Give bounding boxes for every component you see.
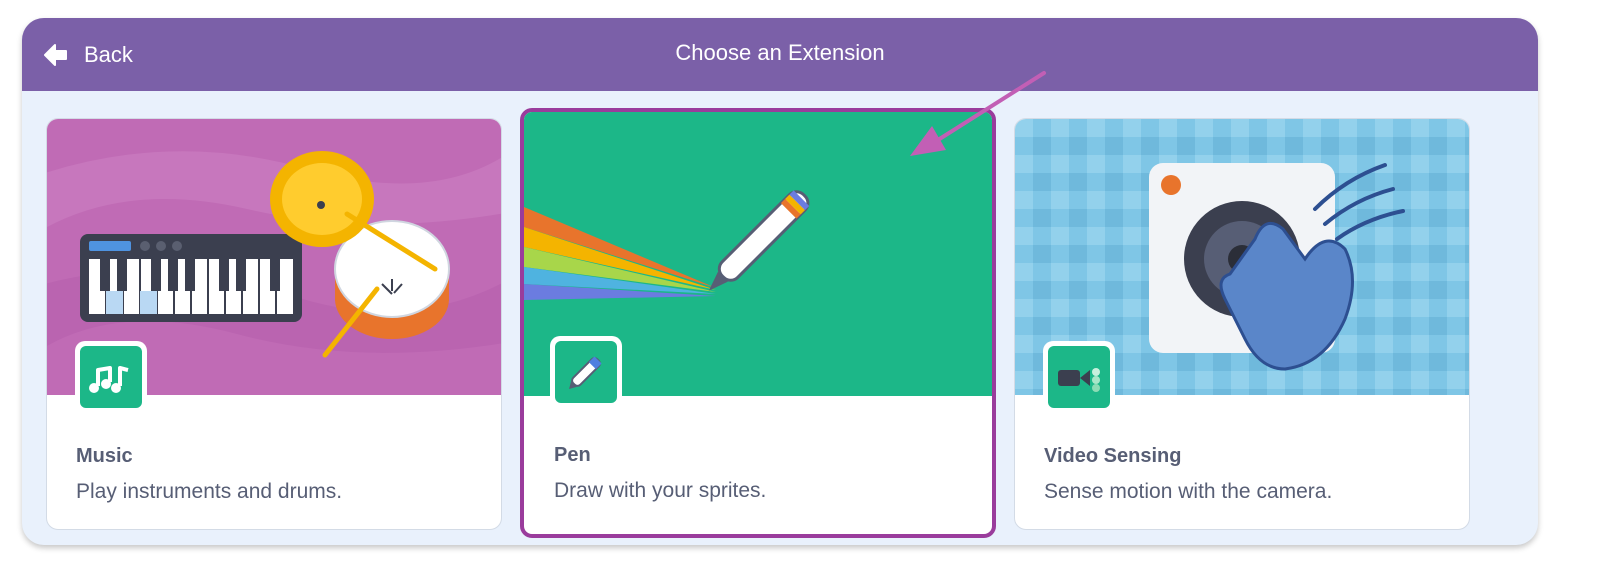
video-camera-icon: [1058, 368, 1100, 392]
extension-card-video-sensing[interactable]: Video Sensing Sense motion with the came…: [1014, 118, 1470, 530]
music-badge: [75, 341, 147, 413]
extension-description: Draw with your sprites.: [554, 479, 767, 502]
extension-card-pen[interactable]: Pen Draw with your sprites.: [520, 108, 996, 538]
modal-header: Back Choose an Extension: [22, 18, 1538, 91]
modal-title: Choose an Extension: [675, 40, 885, 65]
extension-card-music[interactable]: Music Play instruments and drums.: [46, 118, 502, 530]
extension-library-modal: Back Choose an Extension Music Play inst…: [22, 18, 1538, 545]
video-sensing-badge: [1043, 341, 1115, 413]
extension-description: Play instruments and drums.: [76, 480, 343, 503]
music-notes-icon: [89, 366, 129, 393]
extension-name: Pen: [554, 444, 591, 466]
pen-icon: [569, 356, 602, 389]
extension-name: Video Sensing: [1044, 445, 1182, 467]
extension-name: Music: [76, 445, 133, 467]
pen-badge: [550, 336, 622, 408]
extension-description: Sense motion with the camera.: [1044, 480, 1333, 503]
